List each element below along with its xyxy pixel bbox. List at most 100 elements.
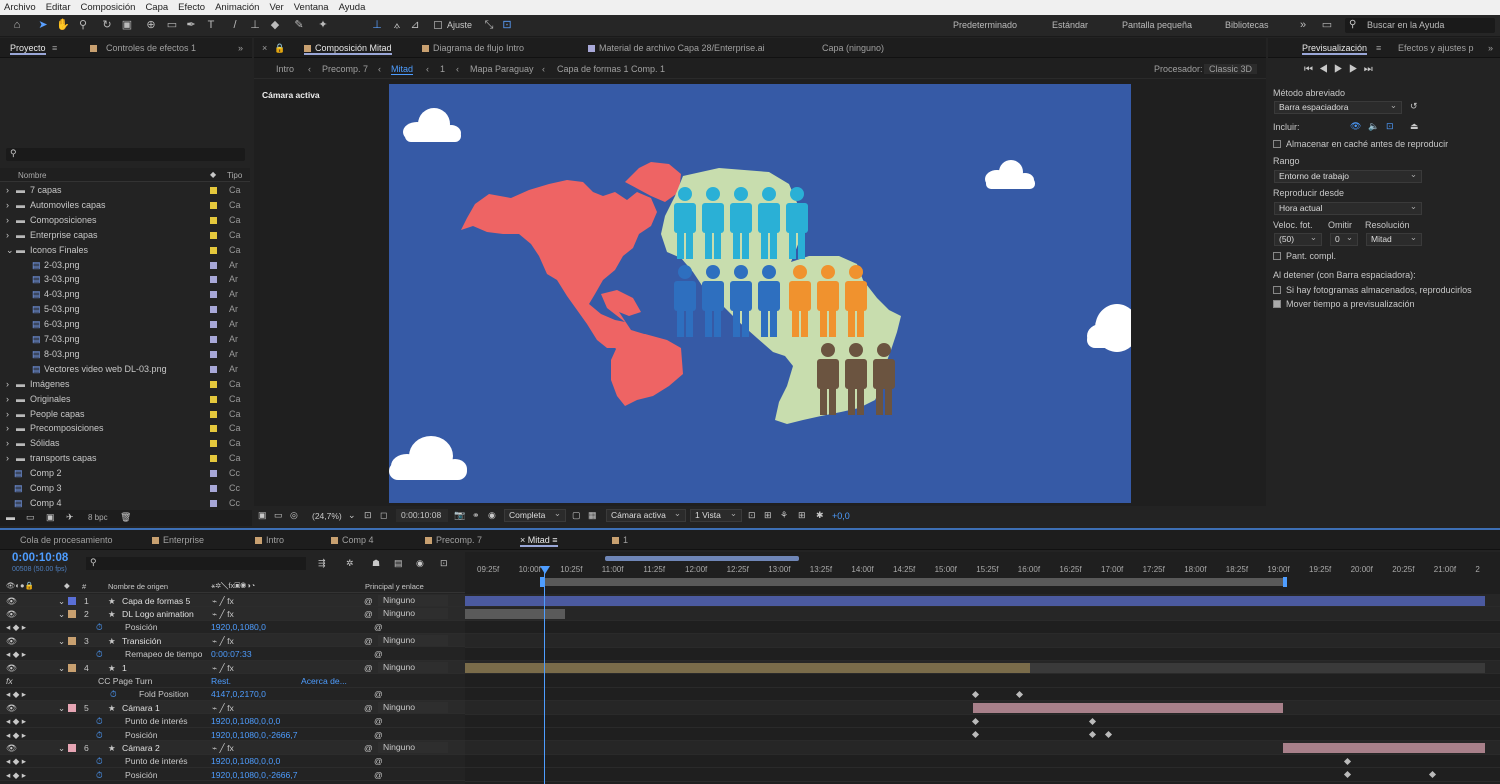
stopwatch-icon[interactable]: ⏱ [96,622,103,633]
cache-checkbox[interactable]: Almacenar en caché antes de reproducir [1273,139,1448,149]
stopwatch-icon[interactable]: ⏱ [96,770,103,781]
tab-capa[interactable]: Capa (ninguno) [822,43,884,53]
interpret-footage-icon[interactable]: ▬ [6,512,15,522]
timeline-tab[interactable]: Intro [255,535,284,545]
pickwhip-icon[interactable]: @ [364,743,373,753]
work-area-bar[interactable] [540,578,1285,586]
crumb-mapa[interactable]: Mapa Paraguay [470,64,534,74]
eraser-tool-icon[interactable]: ◆ [268,18,282,32]
property-value[interactable]: 1920,0,1080,0,-2666,7 [211,770,298,780]
project-item[interactable]: ▤ Comp 4 Cc [0,496,250,508]
always-preview-icon[interactable]: ▣ [258,510,267,521]
project-folder[interactable]: › ▬ Imágenes Ca [0,377,250,392]
project-folder[interactable]: › ▬ People capas Ca [0,407,250,422]
layer-duration-bar[interactable] [1030,662,1485,673]
keyframe[interactable] [1088,717,1097,725]
property-value[interactable]: 1920,0,1080,0,0,0 [211,716,280,726]
keyframe-navigator[interactable]: ◂ ◆ ▸ [6,622,26,633]
crumb-capa-formas[interactable]: Capa de formas 1 Comp. 1 [557,64,665,74]
project-folder[interactable]: › ▬ Comoposiciones Ca [0,213,250,228]
keyframe[interactable] [1343,771,1352,779]
layer-duration-bar[interactable] [973,702,1283,713]
label-color[interactable] [68,664,76,672]
hand-tool-icon[interactable]: ✋ [56,18,70,32]
layer-name[interactable]: 1 [122,663,127,673]
label-color[interactable] [210,321,217,329]
menu-archivo[interactable]: Archivo [4,2,36,13]
chevron-right-icon[interactable]: › [6,423,9,433]
layer-switches[interactable]: ⌁ ╱ fx [212,703,234,714]
pickwhip-icon[interactable]: @ [374,716,383,726]
draft3d-icon[interactable]: ⊞ [764,510,772,521]
roi-icon[interactable]: ◻ [380,510,387,521]
current-time-field[interactable]: 0:00:10:08 [396,509,448,522]
visibility-icon[interactable]: 👁 [6,636,17,647]
video-toggle-icon[interactable]: 👁 [1350,121,1361,132]
crumb-intro[interactable]: Intro [276,64,294,74]
procesador-button[interactable]: Classic 3D [1204,64,1258,74]
menu-capa[interactable]: Capa [145,2,168,13]
property-row[interactable]: ◂ ◆ ▸ ⏱ Posición 1920,0,1080,0 @ [0,621,465,635]
effect-row[interactable]: fx CC Page Turn Rest. Acerca de... [0,674,465,688]
property-row[interactable]: ◂ ◆ ▸ ⏱ Punto de interés 1920,0,1080,0,0,0 @ [0,715,465,728]
more-workspaces-icon[interactable]: » [1296,18,1310,32]
menu-ventana[interactable]: Ventana [294,2,329,13]
current-time-indicator[interactable] [544,566,545,784]
sync-icon[interactable]: ▭ [1320,18,1334,32]
label-color[interactable] [210,440,217,448]
resolucion-dropdown[interactable]: Mitad [1366,232,1422,246]
new-comp-icon[interactable]: ▣ [46,512,55,523]
project-folder[interactable]: ⌄ ▬ Iconos Finales Ca [0,243,250,258]
label-color[interactable] [210,246,217,254]
zoom-dropdown[interactable]: (24,7%) [312,511,342,521]
desde-dropdown[interactable]: Hora actual [1274,201,1422,215]
resolution-dropdown[interactable]: Completa [504,508,566,522]
pickwhip-icon[interactable]: @ [374,649,383,659]
workspace-bibliotecas[interactable]: Bibliotecas [1225,20,1269,30]
timeline-tab[interactable]: Cola de procesamiento [20,535,113,545]
timeline-current-time[interactable]: 0:00:10:08 [12,552,68,564]
label-color[interactable] [210,470,217,478]
close-icon[interactable]: × [520,535,528,545]
parent-dropdown[interactable]: Ninguno [378,742,448,754]
trash-icon[interactable]: 🗑 [120,512,131,523]
property-row[interactable]: ◂ ◆ ▸ ⏱ Posición 1920,0,1080,0,-2666,7 @ [0,768,465,782]
label-color[interactable] [210,350,217,358]
zoom-tool-icon[interactable]: ⚲ [76,18,90,32]
chevron-down-icon[interactable]: ⌄ [58,636,65,647]
pickwhip-icon[interactable]: @ [364,663,373,673]
layer-switches[interactable]: ⌁ ╱ fx [212,743,234,754]
parent-dropdown[interactable]: Ninguno [378,595,448,606]
layer-duration-bar[interactable] [465,608,565,619]
graph-editor-icon[interactable]: ⊡ [440,558,448,569]
project-folder[interactable]: › ▬ Originales Ca [0,392,250,407]
mask-icon[interactable]: ◎ [290,510,298,521]
col-parent[interactable]: Principal y enlace [365,582,424,591]
project-search-input[interactable]: ⚲ [6,148,245,161]
bpc-button[interactable]: 8 bpc [88,513,108,522]
label-color[interactable] [210,187,217,194]
parent-dropdown[interactable]: Ninguno [378,608,448,620]
keyframe-navigator[interactable]: ◂ ◆ ▸ [6,756,26,767]
local-axis-icon[interactable]: ⊥ [370,18,384,32]
timeline-tab[interactable]: Enterprise [152,535,204,545]
region-icon[interactable]: ▢ [572,510,581,521]
label-color[interactable] [68,637,76,646]
project-item[interactable]: ▤ 7-03.png Ar [0,332,250,347]
label-color[interactable] [210,485,217,492]
project-item[interactable]: ▤ 8-03.png Ar [0,347,250,362]
comp-flowchart-icon[interactable]: ⇶ [318,558,326,569]
keyframe[interactable] [1088,730,1097,739]
menu-editar[interactable]: Editar [46,2,71,13]
tab-menu-icon[interactable]: ≡ [52,43,57,53]
workspace-pantalla-pequena[interactable]: Pantalla pequeña [1122,20,1192,30]
roto-brush-tool-icon[interactable]: ✎ [292,18,306,32]
pickwhip-icon[interactable]: @ [364,703,373,713]
grid-icon[interactable]: ⊡ [364,510,372,521]
stopwatch-icon[interactable]: ⏱ [96,649,103,660]
panel-overflow-icon[interactable]: » [238,43,243,53]
layer-name[interactable]: Cámara 2 [122,743,160,753]
pen-tool-icon[interactable]: ✒ [184,18,198,32]
pickwhip-icon[interactable]: @ [374,622,383,632]
clone-stamp-tool-icon[interactable]: ⊥ [248,18,262,32]
